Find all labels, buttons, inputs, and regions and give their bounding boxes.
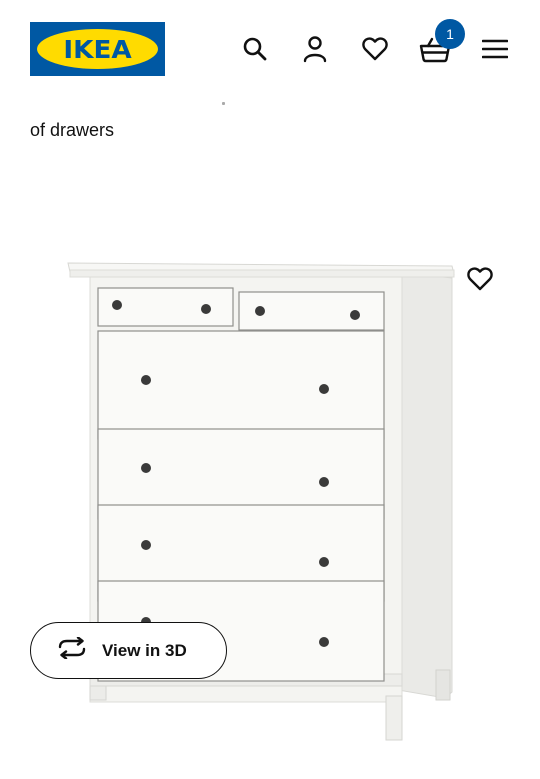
favourites-button[interactable] [358, 32, 392, 66]
search-button[interactable] [238, 32, 272, 66]
heart-icon [361, 36, 389, 62]
heart-outline-icon [466, 266, 494, 297]
ikea-logo[interactable]: IKEA [30, 22, 165, 76]
search-icon [242, 36, 268, 62]
view-in-3d-button[interactable]: View in 3D [30, 622, 227, 679]
view-in-3d-label: View in 3D [102, 640, 187, 660]
site-header: IKEA 1 [0, 0, 540, 100]
add-to-favourites-button[interactable] [462, 263, 498, 299]
account-button[interactable] [298, 32, 332, 66]
logo-text: IKEA [63, 34, 132, 64]
menu-button[interactable] [478, 32, 512, 66]
hamburger-menu-icon [482, 38, 508, 60]
logo-oval: IKEA [37, 29, 158, 69]
cart-count-badge: 1 [435, 19, 465, 49]
scroll-artifact [222, 102, 225, 105]
rotate-3d-icon [56, 636, 88, 664]
person-icon [302, 35, 328, 63]
product-title-fragment: of drawers [30, 120, 115, 140]
